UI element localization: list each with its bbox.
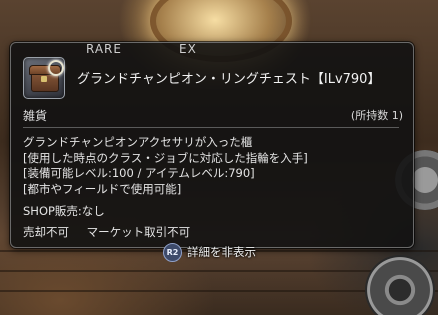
trade-restrictions: 売却不可 マーケット取引不可 bbox=[23, 224, 190, 240]
item-name: グランドチャンピオン・リングチェスト【ILv790】 bbox=[77, 72, 381, 87]
description-line: [都市やフィールドで使用可能] bbox=[23, 181, 182, 196]
decorative-coin bbox=[365, 255, 435, 315]
description-line: グランドチャンピオンアクセサリが入った櫃 bbox=[23, 135, 253, 149]
hide-details-hint[interactable]: R2 詳細を非表示 bbox=[163, 242, 256, 262]
ex-label: EX bbox=[179, 42, 197, 56]
divider bbox=[23, 127, 399, 128]
item-description: グランドチャンピオンアクセサリが入った櫃 [使用した時点のクラス・ジョブに対応し… bbox=[23, 135, 308, 197]
item-tooltip: RARE EX グランドチャンピオン・リングチェスト【ILv790】 雑貨 (所… bbox=[10, 42, 414, 248]
r2-button-icon[interactable]: R2 bbox=[163, 242, 182, 262]
rarity-label: RARE bbox=[86, 42, 122, 56]
shop-sale-info: SHOP販売:なし bbox=[23, 204, 105, 218]
treasure-chest-icon bbox=[23, 57, 65, 99]
description-line: [使用した時点のクラス・ジョブに対応した指輪を入手] bbox=[23, 150, 308, 165]
owned-count: (所持数 1) bbox=[350, 109, 403, 122]
unsellable-label: 売却不可 bbox=[23, 225, 69, 239]
description-line: [装備可能レベル:100 / アイテムレベル:790] bbox=[23, 166, 255, 180]
market-restricted-label: マーケット取引不可 bbox=[86, 225, 191, 239]
item-category: 雑貨 bbox=[23, 109, 48, 123]
hide-details-label: 詳細を非表示 bbox=[187, 245, 256, 259]
